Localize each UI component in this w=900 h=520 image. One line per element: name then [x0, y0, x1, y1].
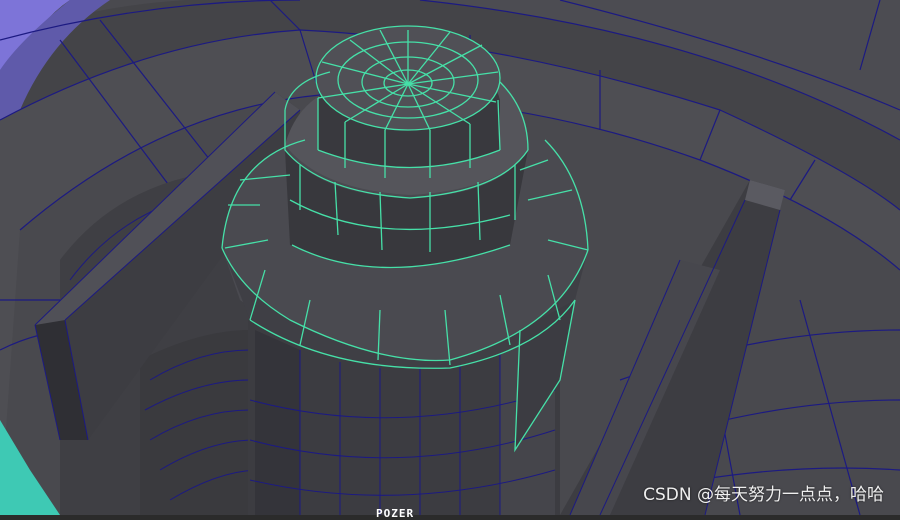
- maya-3d-viewport[interactable]: [0, 0, 900, 515]
- viewport-hud-label: POZER: [376, 507, 415, 520]
- base-rings: [140, 330, 261, 515]
- watermark-text: CSDN @每天努力一点点，哈哈: [643, 485, 884, 505]
